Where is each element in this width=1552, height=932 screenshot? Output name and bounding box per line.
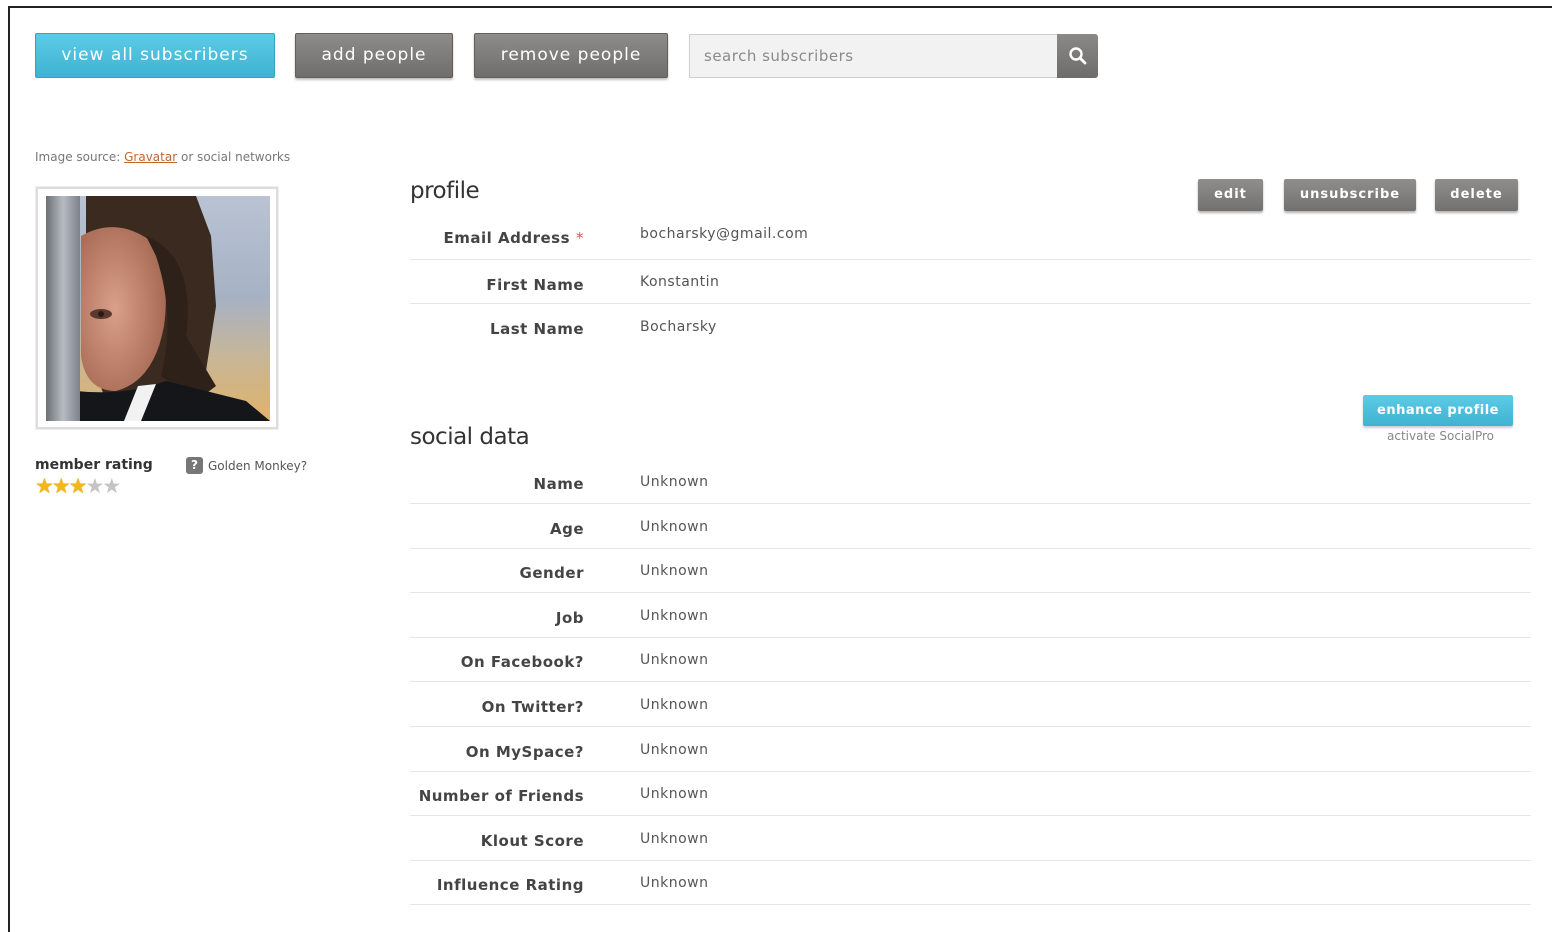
view-all-subscribers-button[interactable]: view all subscribers: [35, 33, 275, 78]
social-data-title: social data: [410, 424, 530, 450]
image-source-suffix: or social networks: [177, 150, 291, 164]
golden-monkey-link[interactable]: Golden Monkey?: [208, 459, 307, 473]
search-button[interactable]: [1057, 34, 1098, 78]
search-input[interactable]: [689, 34, 1057, 78]
field-value: Konstantin: [640, 274, 720, 290]
enhance-profile-button[interactable]: enhance profile: [1363, 395, 1513, 426]
social-row: On Twitter? Unknown: [410, 682, 1531, 727]
activate-socialpro-label: activate SocialPro: [1387, 429, 1494, 443]
field-label: Influence Rating: [436, 876, 584, 894]
field-label: Number of Friends: [418, 787, 584, 805]
profile-row-first-name: First Name Konstantin: [410, 259, 1531, 304]
field-label: On Twitter?: [481, 698, 584, 716]
field-label: Last Name: [490, 320, 584, 338]
star-icon: ★: [102, 474, 121, 498]
field-label: Name: [533, 475, 584, 493]
profile-title: profile: [410, 178, 480, 204]
social-row: Age Unknown: [410, 504, 1531, 549]
field-label: First Name: [486, 276, 584, 294]
member-rating-label: member rating: [35, 457, 153, 473]
remove-people-button[interactable]: remove people: [474, 33, 668, 78]
edit-button[interactable]: edit: [1198, 179, 1263, 211]
field-value: Unknown: [640, 875, 709, 891]
delete-button[interactable]: delete: [1435, 179, 1518, 211]
social-row: Influence Rating Unknown: [410, 860, 1531, 905]
profile-row-email: Email Address * bocharsky@gmail.com: [410, 215, 1531, 260]
star-icon: ★: [35, 474, 54, 498]
avatar-frame: [36, 187, 278, 429]
social-row: On Facebook? Unknown: [410, 637, 1531, 682]
field-value: Unknown: [640, 519, 709, 535]
unsubscribe-button[interactable]: unsubscribe: [1284, 179, 1416, 211]
star-icon: ★: [68, 474, 88, 498]
field-value: Unknown: [640, 831, 709, 847]
profile-row-last-name: Last Name Bocharsky: [410, 303, 1531, 347]
field-value: Unknown: [640, 608, 709, 624]
field-value: Unknown: [640, 563, 709, 579]
field-label: Klout Score: [480, 832, 584, 850]
field-value: Unknown: [640, 786, 709, 802]
field-value: Unknown: [640, 652, 709, 668]
help-icon[interactable]: ?: [186, 457, 203, 474]
field-value: Unknown: [640, 742, 709, 758]
image-source-note: Image source: Gravatar or social network…: [35, 150, 290, 164]
social-row: Job Unknown: [410, 593, 1531, 638]
required-marker: *: [576, 229, 584, 247]
field-label: Email Address *: [443, 229, 584, 247]
social-row: Number of Friends Unknown: [410, 771, 1531, 816]
gravatar-link[interactable]: Gravatar: [124, 150, 177, 164]
field-value: bocharsky@gmail.com: [640, 226, 809, 242]
star-icon: ★: [51, 474, 71, 498]
field-label: Age: [549, 520, 584, 538]
member-rating-stars: ★ ★ ★ ★ ★: [35, 474, 121, 498]
search-box: [689, 34, 1098, 78]
field-label-text: Email Address: [443, 229, 570, 247]
field-value: Unknown: [640, 474, 709, 490]
star-icon: ★: [85, 474, 104, 498]
field-label: On MySpace?: [465, 743, 584, 761]
social-row: On MySpace? Unknown: [410, 727, 1531, 772]
social-row: Klout Score Unknown: [410, 816, 1531, 861]
social-row: Name Unknown: [410, 459, 1531, 504]
search-icon: [1068, 47, 1086, 65]
field-label: Gender: [519, 564, 584, 582]
field-label: Job: [555, 609, 584, 627]
field-value: Unknown: [640, 697, 709, 713]
avatar: [46, 196, 270, 421]
field-label: On Facebook?: [460, 653, 584, 671]
add-people-button[interactable]: add people: [295, 33, 453, 78]
social-row: Gender Unknown: [410, 548, 1531, 593]
image-source-prefix: Image source:: [35, 150, 125, 164]
field-value: Bocharsky: [640, 319, 717, 335]
